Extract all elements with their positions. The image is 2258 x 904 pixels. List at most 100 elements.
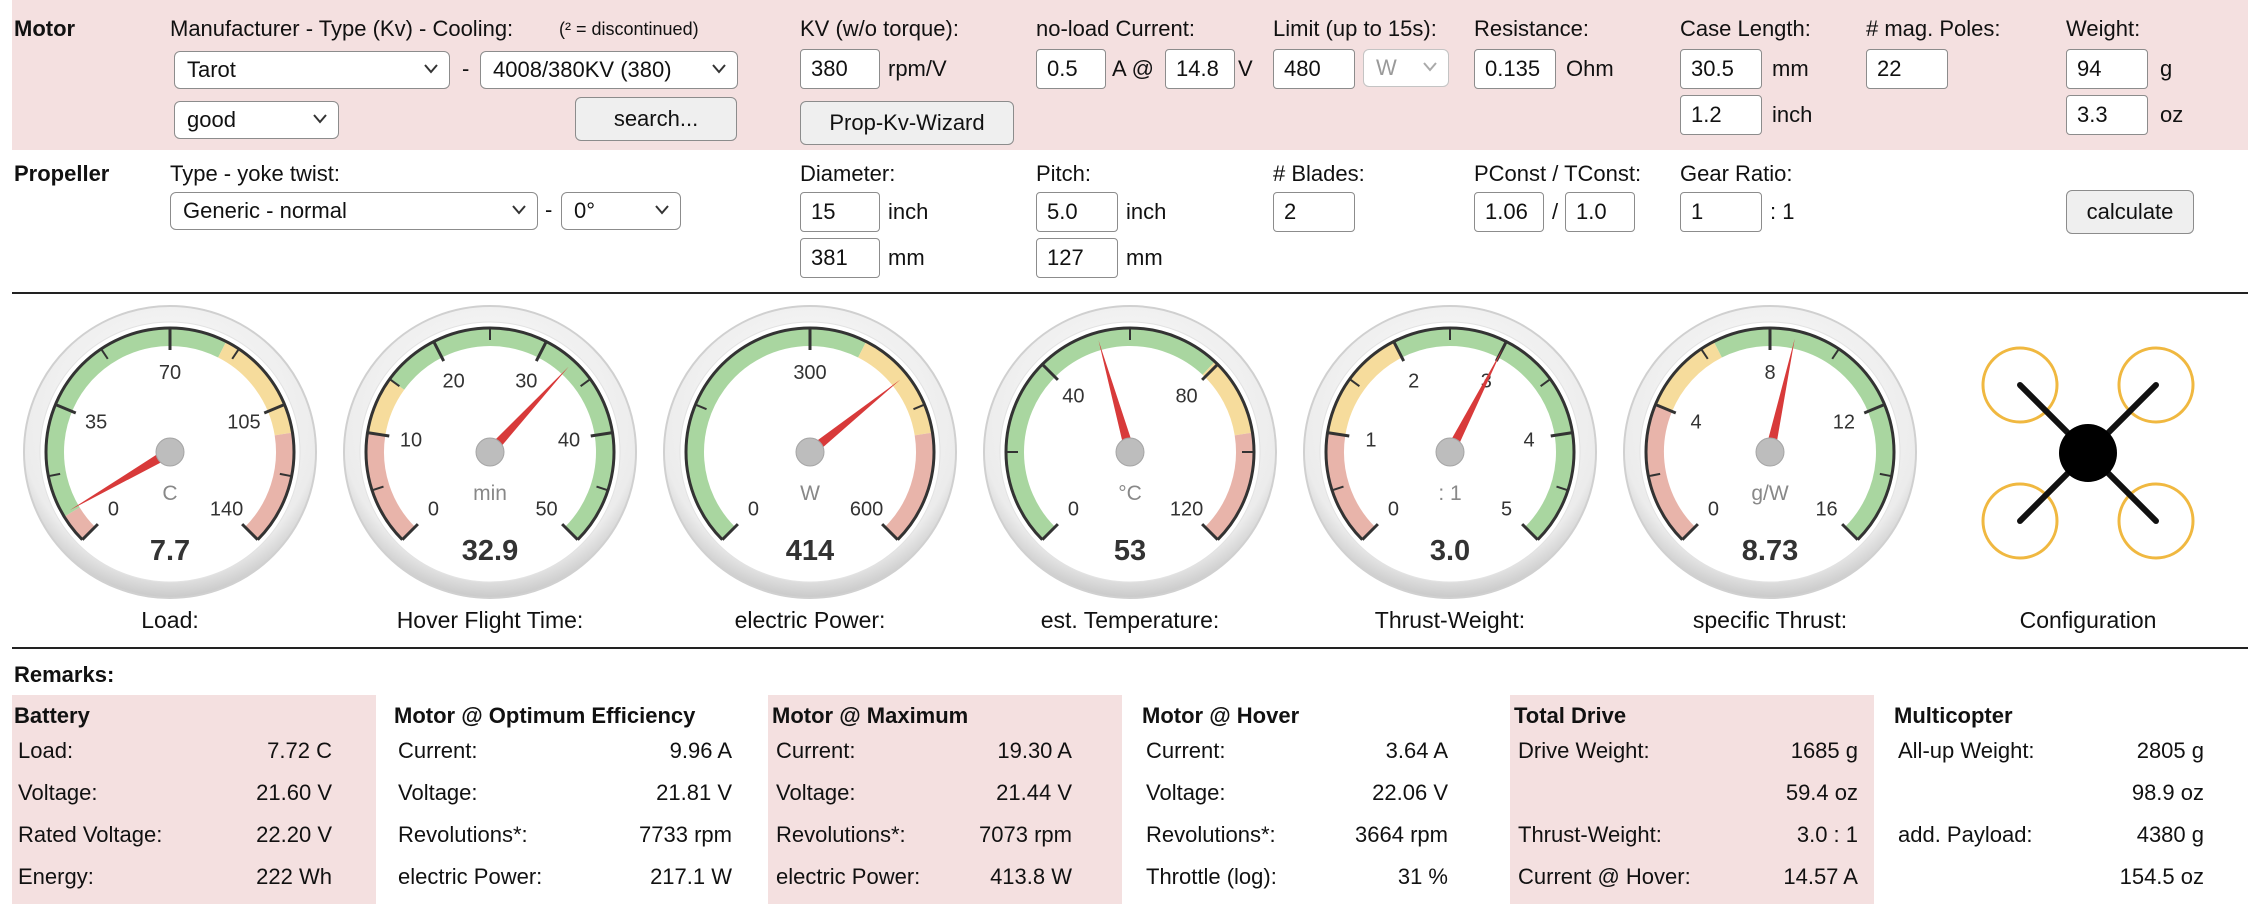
gauge-tick-label: 120	[1170, 499, 1203, 521]
chevron-down-icon	[1423, 62, 1437, 72]
table-title: Motor @ Optimum Efficiency	[394, 703, 696, 728]
resistance-unit: Ohm	[1566, 56, 1614, 81]
table-row-value: 7.72 C	[267, 738, 332, 763]
gauge-dial: 0 35 70 105 140 C 7.7	[23, 305, 317, 599]
search-button[interactable]: search...	[575, 97, 737, 141]
table-row-value: 21.60 V	[256, 780, 332, 805]
table-row-label: Current:	[398, 738, 478, 763]
pitch-inch-unit: inch	[1126, 199, 1167, 224]
gauge-hub	[475, 437, 505, 467]
gauge-value: 3.0	[1430, 535, 1470, 567]
gauge-4: 0 40 80 120 °C 53	[980, 302, 1280, 608]
weight-oz-input[interactable]: 3.3	[2066, 95, 2148, 135]
kv-label: KV (w/o torque):	[800, 16, 959, 41]
tconst-input[interactable]: 1.0	[1565, 192, 1635, 232]
limit-unit-value: W	[1376, 55, 1397, 80]
motor-type-value: 4008/380KV (380)	[493, 57, 672, 82]
gauge-tick-label: 12	[1833, 411, 1855, 433]
gauge-dial: 0 40 80 120 °C 53	[983, 305, 1277, 599]
calculate-button[interactable]: calculate	[2066, 190, 2194, 234]
gauge-tick-label: 70	[159, 362, 181, 384]
pitch-mm-input[interactable]: 127	[1036, 238, 1118, 278]
manufacturer-select[interactable]: Tarot	[174, 51, 450, 89]
gauge-tick-label: 40	[558, 429, 580, 451]
gauge-tick-label: 300	[793, 362, 826, 384]
gauge-tick-label: 0	[1068, 499, 1079, 521]
weight-g-input[interactable]: 94	[2066, 49, 2148, 89]
gear-ratio-input[interactable]: 1	[1680, 192, 1762, 232]
chevron-down-icon	[313, 114, 327, 124]
pitch-inch-input[interactable]: 5.0	[1036, 192, 1118, 232]
diameter-inch-input[interactable]: 15	[800, 192, 880, 232]
table-row-value: 3664 rpm	[1355, 822, 1448, 847]
gauge-hub	[1115, 437, 1145, 467]
gauge-6: 0 4 8 12 16 g/W 8.73	[1620, 302, 1920, 608]
case-length-mm-input[interactable]: 30.5	[1680, 49, 1762, 89]
table-row-value: 22.06 V	[1372, 780, 1448, 805]
gauge-unit: min	[473, 482, 507, 505]
quadcopter-config-icon	[1981, 346, 2195, 560]
motor-type-select[interactable]: 4008/380KV (380)	[480, 51, 738, 89]
table-row-label: Drive Weight:	[1518, 738, 1650, 763]
resistance-input[interactable]: 0.135	[1474, 49, 1556, 89]
table-row-label: Current:	[1146, 738, 1226, 763]
mag-poles-input[interactable]: 22	[1866, 49, 1948, 89]
table-row-label: electric Power:	[398, 864, 543, 889]
gauge-tick-label: 2	[1408, 371, 1419, 393]
kv-input[interactable]: 380	[800, 49, 880, 89]
kv-unit: rpm/V	[888, 56, 947, 81]
diameter-mm-input[interactable]: 381	[800, 238, 880, 278]
chevron-down-icon	[512, 205, 526, 215]
table-row-label: Thrust-Weight:	[1518, 822, 1662, 847]
table-row-value: 3.0 : 1	[1796, 822, 1858, 847]
gauge-tick-label: 5	[1501, 499, 1512, 521]
gauge-tick-label: 8	[1764, 362, 1775, 384]
gauge-tick-label: 20	[443, 371, 465, 393]
resistance-label: Resistance:	[1474, 16, 1589, 41]
configuration-label: Configuration	[2019, 607, 2157, 633]
table-title: Battery	[14, 703, 90, 728]
gauge-tick-label: 10	[400, 429, 422, 451]
prop-kv-wizard-button[interactable]: Prop-Kv-Wizard	[800, 101, 1014, 145]
diameter-inch-unit: inch	[888, 199, 929, 224]
gauge-hub	[155, 437, 185, 467]
table-row-label: Revolutions*:	[1146, 822, 1276, 847]
manufacturer-value: Tarot	[187, 57, 236, 82]
gauge-label: Thrust-Weight:	[1374, 607, 1526, 633]
limit-unit-select[interactable]: W	[1363, 49, 1449, 87]
manufacturer-label: Manufacturer - Type (Kv) - Cooling:	[170, 16, 514, 41]
gear-ratio-suffix: : 1	[1770, 199, 1795, 224]
noload-current-unit: A @	[1112, 56, 1154, 81]
table-row-label: Revolutions*:	[776, 822, 906, 847]
mag-poles-label: # mag. Poles:	[1866, 16, 2001, 41]
table-row-label: Voltage:	[18, 780, 98, 805]
gauge-unit: : 1	[1438, 482, 1461, 505]
table-row-value: 222 Wh	[256, 864, 332, 889]
propeller-type-select[interactable]: Generic - normal	[170, 192, 538, 230]
yoke-twist-select[interactable]: 0°	[561, 192, 681, 230]
pconst-input[interactable]: 1.06	[1474, 192, 1544, 232]
table-row-label: electric Power:	[776, 864, 921, 889]
table-row-value: 154.5 oz	[2119, 864, 2204, 889]
table-title: Total Drive	[1514, 703, 1627, 728]
gauge-tick-label: 105	[227, 411, 260, 433]
blades-input[interactable]: 2	[1273, 192, 1355, 232]
gauge-tick-label: 30	[515, 371, 537, 393]
weight-g-unit: g	[2160, 56, 2173, 81]
limit-input[interactable]: 480	[1273, 49, 1355, 89]
gauge-value: 7.7	[150, 535, 190, 567]
chevron-down-icon	[712, 64, 726, 74]
table-row-value: 1685 g	[1790, 738, 1858, 763]
cooling-select[interactable]: good	[174, 101, 339, 139]
table-title: Multicopter	[1894, 703, 2013, 728]
gauge-1: 0 35 70 105 140 C 7.7	[20, 302, 320, 608]
case-length-inch-input[interactable]: 1.2	[1680, 95, 1762, 135]
case-length-label: Case Length:	[1680, 16, 1811, 41]
gauge-tick-label: 16	[1815, 499, 1837, 521]
table-row-label: Rated Voltage:	[18, 822, 163, 847]
table-row-value: 22.20 V	[256, 822, 332, 847]
table-row-value: 31 %	[1397, 864, 1448, 889]
pconst-tconst-label: PConst / TConst:	[1474, 161, 1642, 186]
noload-voltage-input[interactable]: 14.8	[1165, 49, 1235, 89]
noload-current-input[interactable]: 0.5	[1036, 49, 1106, 89]
